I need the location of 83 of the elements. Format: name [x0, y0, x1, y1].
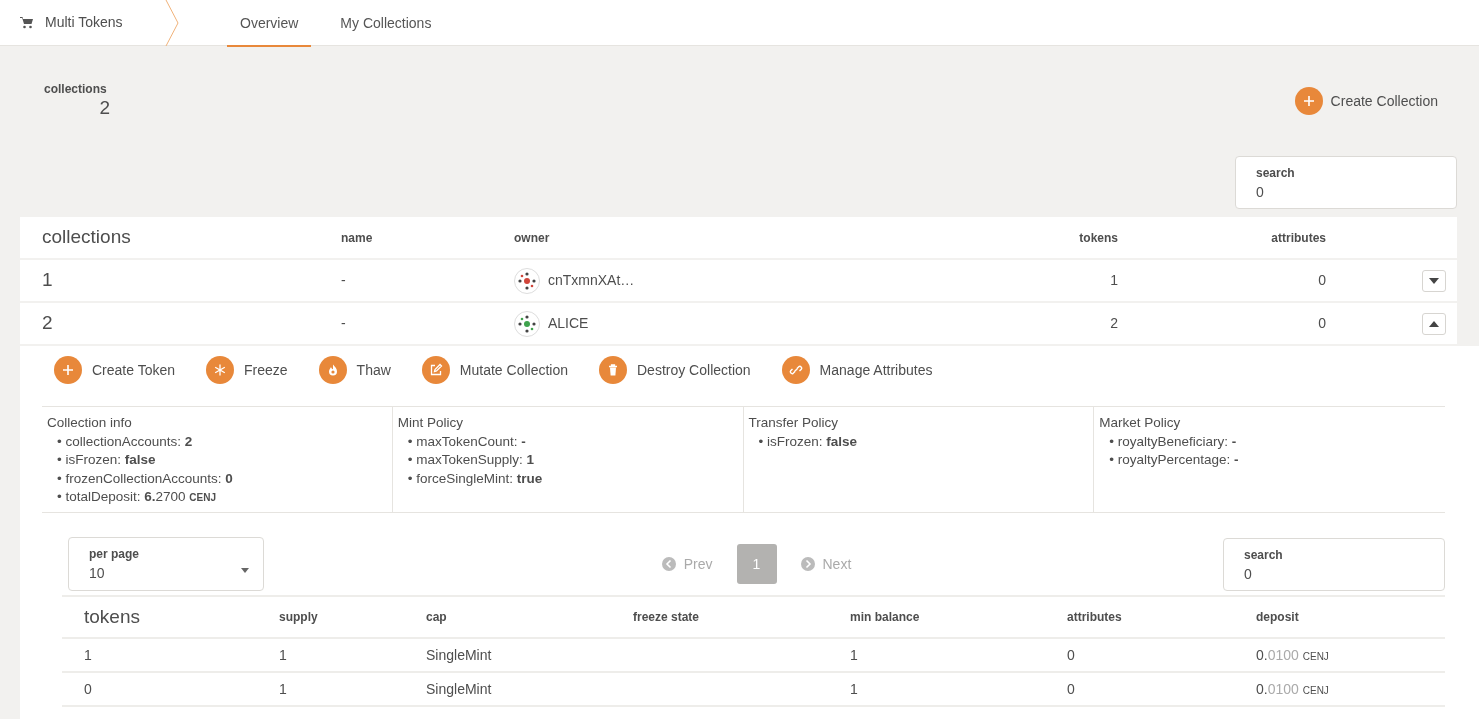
edit-icon [421, 356, 450, 384]
owner-address: cnTxmnXAt… [548, 271, 635, 290]
field-label: search [1244, 546, 1284, 564]
table-cell-text: 1 [279, 645, 288, 665]
search-field[interactable]: search 0 [1235, 156, 1457, 209]
trash-action-button[interactable]: Destroy Collection [599, 356, 751, 384]
search-input[interactable]: 0 [1256, 182, 1436, 203]
policy-item: • isFrozen: false [56, 451, 157, 470]
expand-button[interactable] [1422, 270, 1446, 292]
cart-icon [20, 16, 33, 29]
breadcrumb-chevron-icon [165, 0, 179, 46]
column-header: cap [426, 609, 448, 627]
policy-item: • frozenCollectionAccounts: 0 [56, 469, 234, 488]
trash-icon [599, 356, 627, 384]
table-cell-text: SingleMint [426, 645, 493, 665]
caret-icon [1429, 321, 1439, 327]
tab[interactable]: Overview [219, 0, 320, 46]
column-header: tokens [84, 604, 141, 629]
caret-icon [1429, 278, 1439, 284]
table-cell-text: 2 [1109, 314, 1118, 333]
table-cell-text: 0 [1067, 679, 1076, 699]
table-cell-text: 2 [42, 311, 54, 336]
column-header: owner [514, 229, 551, 247]
search-input[interactable]: 0 [1244, 563, 1424, 585]
policy-title: Market Policy [1099, 414, 1182, 432]
policy-item: • isFrozen: false [757, 433, 859, 452]
deposit-amount: 0.0100 CENJ [1256, 645, 1330, 665]
column-header: supply [279, 609, 319, 627]
create-button[interactable]: Create Token [54, 356, 175, 384]
column-header: name [341, 229, 374, 247]
link-action-button[interactable]: Manage Attributes [781, 356, 933, 384]
policy-item: • forceSingleMint: true [406, 469, 544, 488]
search-field[interactable]: search 0 [1223, 537, 1445, 591]
table-cell-text: 0 [1317, 271, 1326, 290]
summary-value: 2 [99, 98, 110, 117]
table-cell-text: 1 [279, 679, 288, 699]
policy-item: • maxTokenCount: - [406, 433, 527, 452]
column-header: min balance [850, 609, 921, 627]
edit-action-button[interactable]: Mutate Collection [421, 356, 568, 384]
column-header: collections [42, 225, 132, 250]
table-cell-text: 1 [1109, 271, 1118, 290]
table-cell-text: SingleMint [426, 679, 493, 699]
table-cell-text: 0 [84, 679, 93, 699]
tab[interactable]: My Collections [319, 0, 453, 46]
identicon-icon [514, 310, 540, 337]
table-cell-text: 0 [1317, 314, 1326, 333]
table-cell-text: 0 [1067, 645, 1076, 665]
snowflake-icon [206, 356, 234, 384]
flame-icon [318, 356, 347, 384]
policy-title: Mint Policy [397, 414, 464, 432]
plus-icon [1294, 87, 1323, 115]
deposit-amount: 0.0100 CENJ [1256, 679, 1330, 699]
column-header: tokens [1078, 229, 1118, 247]
policy-item: • royaltyBeneficiary: - [1108, 433, 1238, 452]
table-cell-text: - [341, 314, 347, 333]
summary-label: collections [44, 81, 108, 98]
column-header: attributes [1067, 609, 1123, 627]
table-cell-text: 1 [42, 268, 54, 293]
policy-title: Collection info [47, 414, 133, 432]
policy-item: • collectionAccounts: 2 [56, 433, 194, 452]
column-header: deposit [1256, 609, 1300, 627]
policy-title: Transfer Policy [748, 414, 840, 432]
per-page-select[interactable]: per page 10 [68, 537, 264, 592]
table-cell-text: - [341, 271, 347, 290]
snowflake-action-button[interactable]: Freeze [206, 356, 288, 384]
flame-action-button[interactable]: Thaw [318, 356, 391, 384]
create-collection-button[interactable]: Create Collection [1294, 87, 1438, 115]
field-label: search [1256, 165, 1296, 182]
identicon-icon [514, 267, 540, 294]
table-cell-text: 1 [850, 645, 859, 665]
policy-item: • royaltyPercentage: - [1108, 451, 1240, 470]
column-header: attributes [1270, 229, 1326, 247]
owner-address: ALICE [548, 314, 589, 333]
table-cell-text: 1 [84, 645, 93, 665]
table-cell-text: 1 [850, 679, 859, 699]
app-title: Multi Tokens [45, 13, 123, 32]
caret-icon [241, 568, 249, 574]
policy-item: • totalDeposit: 6.2700 CENJ [56, 487, 218, 506]
policy-item: • maxTokenSupply: 1 [406, 451, 536, 470]
collapse-button[interactable] [1422, 313, 1446, 335]
column-header: freeze state [633, 609, 701, 627]
plus-icon [54, 356, 82, 384]
link-icon [781, 356, 810, 384]
